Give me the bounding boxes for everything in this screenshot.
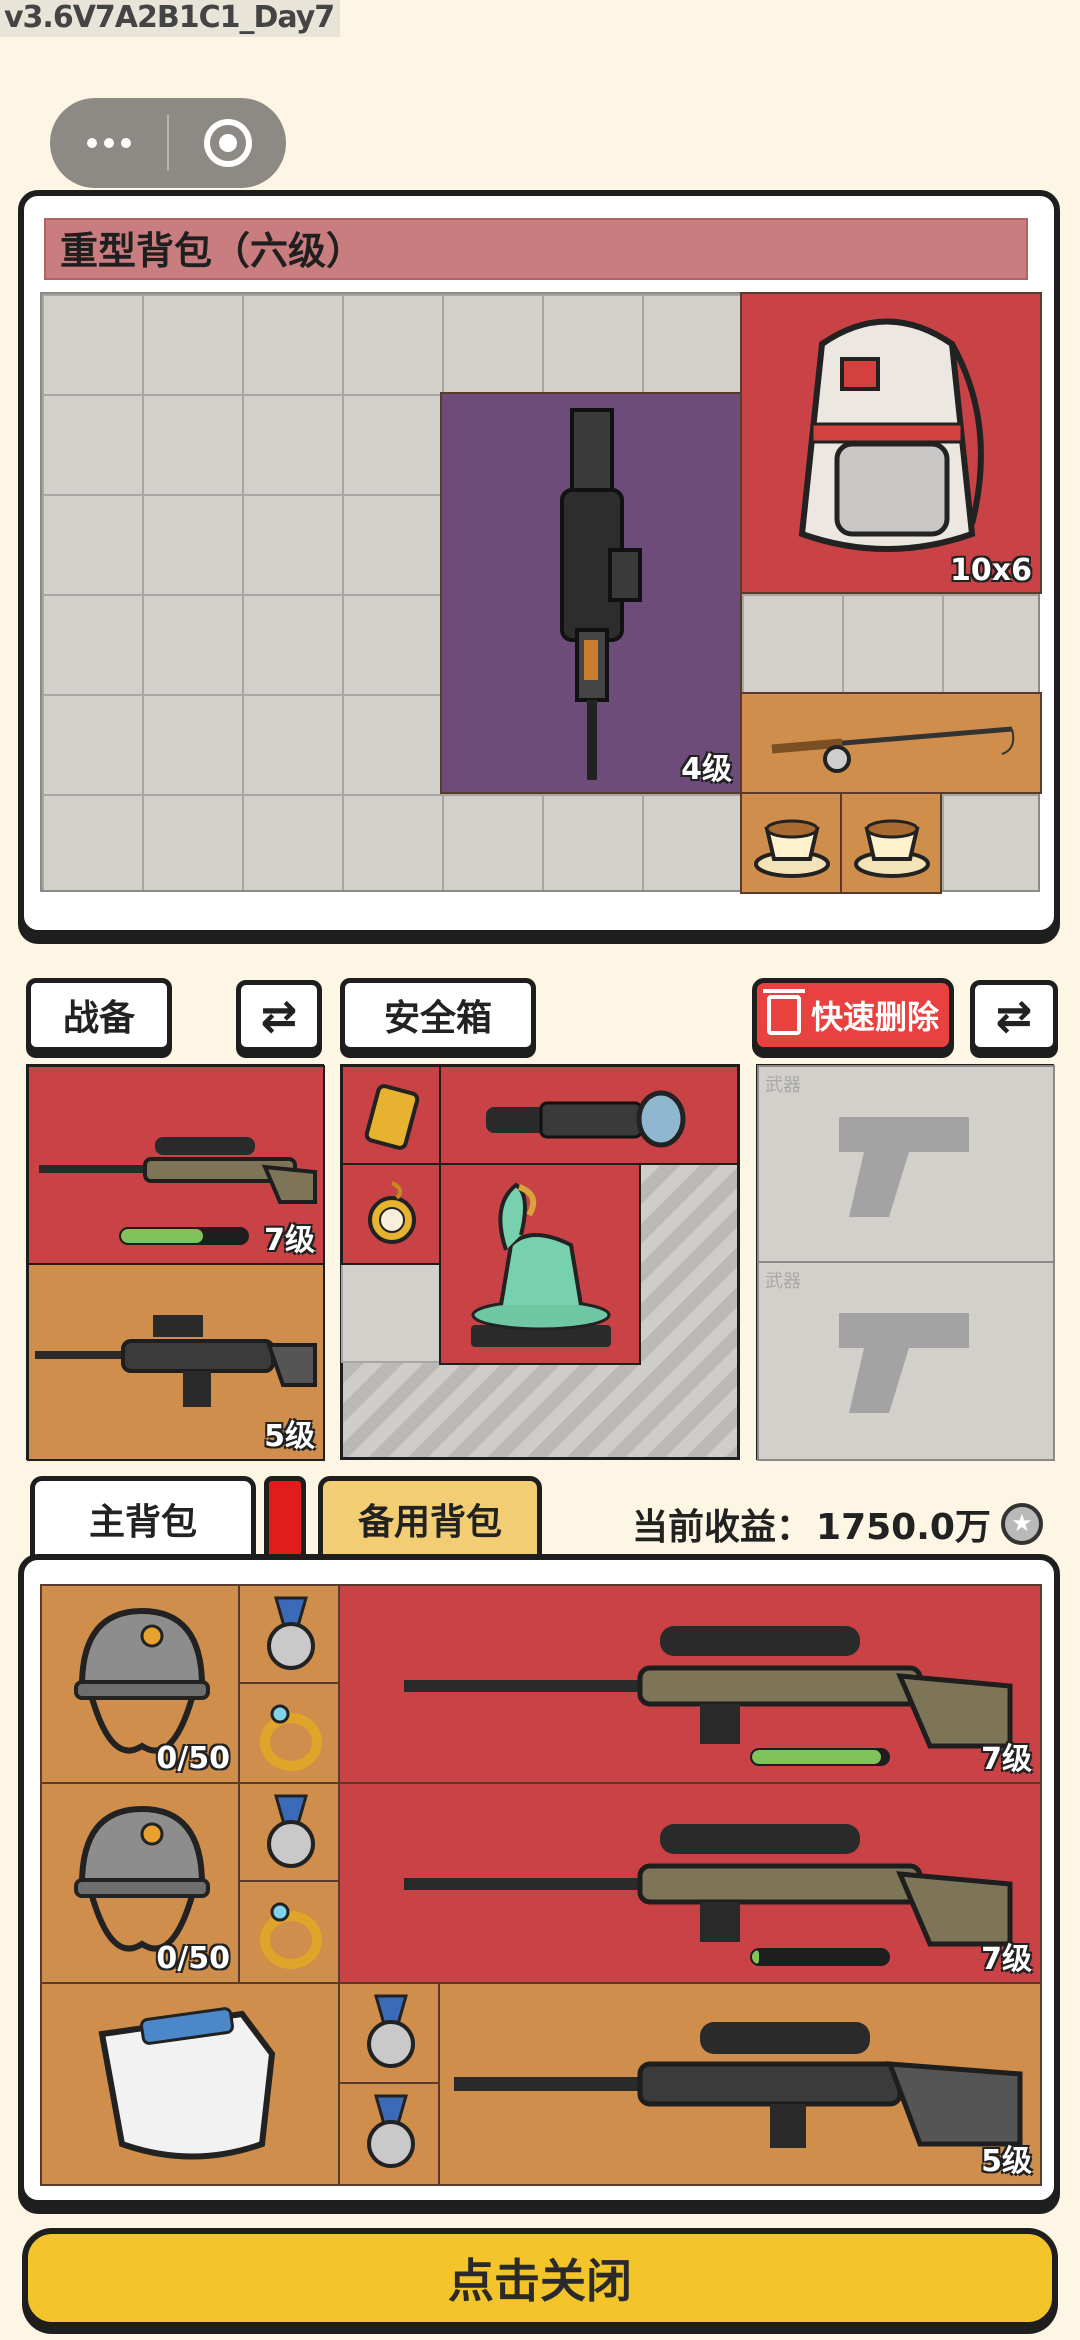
medal-icon: [267, 1794, 315, 1868]
rifle-level-label: 7级: [981, 1742, 1032, 1777]
safe-box-grid: [340, 1064, 740, 1460]
tab-safe-box[interactable]: 安全箱: [340, 978, 536, 1052]
rifle-durability-bar: [750, 1748, 890, 1766]
rifle-level-label: 7级: [981, 1942, 1032, 1977]
sniper-rifle-icon: [35, 1315, 317, 1407]
medal-icon: [367, 2094, 415, 2168]
smart-toilet-item[interactable]: [40, 1982, 340, 2186]
medal-item[interactable]: [238, 1782, 340, 1882]
more-dots-icon: [86, 138, 131, 148]
main-bag-grid: 0/50 7级 0/50 7级 5级: [40, 1584, 1042, 2186]
empty-cell: [341, 1263, 441, 1363]
weapon-slot-2[interactable]: 武器: [757, 1261, 1055, 1461]
bag-tab-indicator: [264, 1476, 306, 1556]
backpack-icon: [798, 318, 984, 552]
weapon-slot-1[interactable]: 武器: [757, 1065, 1055, 1263]
rifle-level-label: 4级: [681, 752, 732, 787]
gear-slot-level: 7级: [264, 1223, 315, 1258]
coffee-cup-icon: [754, 819, 830, 878]
weapon-slots: 武器 武器: [756, 1064, 1055, 1461]
tab-spare-bag[interactable]: 备用背包: [318, 1476, 542, 1556]
pistol-placeholder-icon: [839, 1313, 969, 1413]
helmet-item[interactable]: 0/50: [40, 1782, 240, 1984]
fishing-rod-item[interactable]: [740, 692, 1042, 794]
backpack-size-label: 10x6: [950, 553, 1032, 588]
close-program-button[interactable]: [169, 98, 286, 188]
medal-item[interactable]: [338, 1982, 440, 2084]
close-button[interactable]: 点击关闭: [22, 2228, 1058, 2328]
medal-icon: [267, 1596, 315, 1670]
swap-weapon-button[interactable]: ⇄: [970, 980, 1058, 1052]
gold-bar-item[interactable]: [341, 1065, 441, 1165]
scope-icon: [486, 1090, 686, 1148]
helmet-icon: [74, 1805, 210, 1952]
quick-delete-button[interactable]: 快速删除: [752, 978, 954, 1052]
sniper-rifle-item[interactable]: 7级: [338, 1584, 1042, 1784]
toilet-icon: [98, 2007, 276, 2160]
sniper-rifle-item[interactable]: 7级: [338, 1782, 1042, 1984]
swap-gear-button[interactable]: ⇄: [236, 980, 322, 1052]
jade-horse-icon: [471, 1182, 611, 1347]
weapon-slot-label: 武器: [765, 1271, 801, 1292]
jade-horse-item[interactable]: [439, 1163, 641, 1365]
pocket-watch-icon: [368, 1181, 416, 1244]
rifle-durability-bar: [750, 1948, 890, 1966]
earnings-value: 1750.0万: [816, 1507, 991, 1548]
heavy-bag-grid: 10x6 4级: [40, 292, 1042, 894]
trash-icon: [762, 989, 805, 1035]
gear-slots: 7级 5级: [26, 1064, 325, 1461]
mini-program-capsule: [50, 98, 286, 188]
swap-arrows-icon: ⇄: [995, 990, 1033, 1042]
earnings-display: 当前收益： 1750.0万 ★: [632, 1498, 1043, 1550]
fishing-rod-icon: [771, 726, 1015, 773]
coffee-cup-icon: [854, 819, 930, 878]
medal-item[interactable]: [338, 2082, 440, 2186]
quick-delete-label: 快速删除: [810, 998, 939, 1036]
pocket-watch-item[interactable]: [341, 1163, 441, 1265]
gear-slot-rifle[interactable]: 5级: [27, 1263, 325, 1461]
ring-item[interactable]: [238, 1880, 340, 1984]
assault-rifle-icon: [560, 408, 642, 780]
medal-icon: [367, 1994, 415, 2068]
heavy-bag-title: 重型背包（六级）: [44, 218, 1028, 280]
scope-item[interactable]: [439, 1065, 739, 1165]
pistol-placeholder-icon: [839, 1117, 969, 1217]
gold-ring-icon: [260, 1704, 322, 1771]
rifle-level-label: 5级: [981, 2144, 1032, 2179]
version-label: v3.6V7A2B1C1_Day7: [0, 0, 341, 37]
sniper-rifle-icon: [39, 1137, 317, 1204]
assault-rifle-item[interactable]: 4级: [440, 392, 742, 794]
helmet-item[interactable]: 0/50: [40, 1584, 240, 1784]
medal-item[interactable]: [238, 1584, 340, 1684]
gear-slot-sniper[interactable]: 7级: [27, 1065, 325, 1265]
target-icon: [203, 119, 252, 167]
coffee-cup-item[interactable]: [840, 792, 942, 894]
sniper-rifle-icon: [404, 1824, 1013, 1947]
coffee-cup-item[interactable]: [740, 792, 842, 894]
gear-slot-level: 5级: [264, 1419, 315, 1454]
swap-arrows-icon: ⇄: [260, 990, 298, 1042]
tab-main-bag[interactable]: 主背包: [30, 1476, 256, 1556]
coin-icon: ★: [1000, 1503, 1043, 1545]
gold-ring-icon: [260, 1902, 322, 1969]
ring-item[interactable]: [238, 1682, 340, 1784]
backpack-item[interactable]: 10x6: [740, 292, 1042, 594]
gold-bar-icon: [364, 1084, 420, 1150]
tab-gear[interactable]: 战备: [26, 978, 172, 1052]
sniper-rifle-icon: [454, 2022, 1023, 2148]
gear-durability-bar: [119, 1227, 249, 1245]
helmet-durability-count: 0/50: [156, 1941, 230, 1976]
sniper-rifle-icon: [404, 1626, 1013, 1749]
helmet-durability-count: 0/50: [156, 1741, 230, 1776]
sniper-rifle-item[interactable]: 5级: [438, 1982, 1042, 2186]
weapon-slot-label: 武器: [765, 1075, 801, 1096]
more-button[interactable]: [50, 98, 167, 188]
earnings-label: 当前收益：: [632, 1507, 813, 1548]
